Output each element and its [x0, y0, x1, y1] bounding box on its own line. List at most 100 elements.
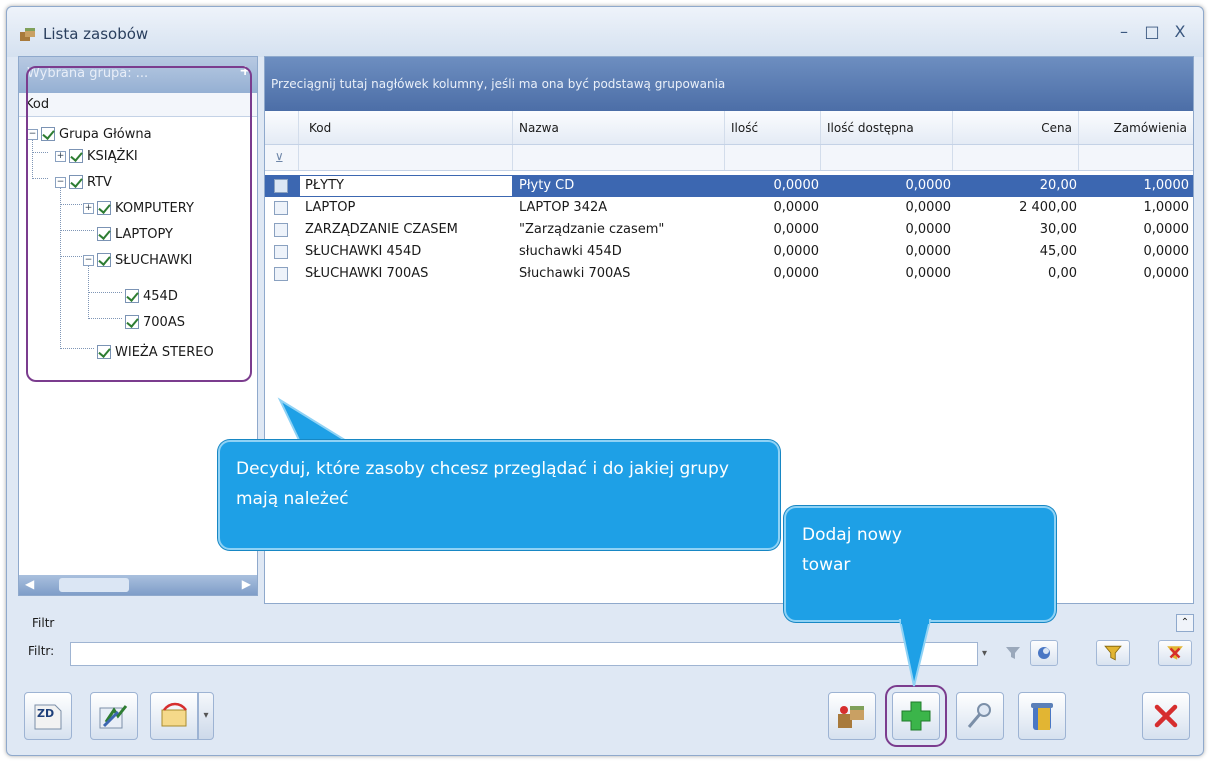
tree-node-komputery[interactable]: + KOMPUTERY: [83, 197, 194, 219]
tree-node-wieza-stereo[interactable]: WIEŻA STEREO: [97, 341, 214, 363]
selected-group-placeholder: Wybrana grupa: ...: [27, 66, 149, 81]
tree-node-sluchawki[interactable]: − SŁUCHAWKI: [83, 249, 192, 271]
expand-icon[interactable]: +: [55, 150, 66, 162]
grid-filter-row[interactable]: ⊻: [265, 145, 1193, 171]
row-checkbox[interactable]: [274, 179, 288, 193]
change-dropdown-icon[interactable]: ▾: [198, 692, 214, 740]
group-by-panel[interactable]: Przeciągnij tutaj nagłówek kolumny, jeśl…: [265, 57, 1193, 111]
title-bar: Lista zasobów – □ X: [7, 7, 1203, 57]
column-header-zamowienia[interactable]: Zamówienia: [1079, 111, 1193, 144]
scroll-thumb[interactable]: [59, 578, 129, 592]
cell-zamowienia: 1,0000: [1143, 178, 1190, 193]
tree-node-454d[interactable]: 454D: [125, 285, 178, 307]
search-button[interactable]: [956, 692, 1004, 740]
tree-checkbox[interactable]: [125, 315, 139, 329]
tree-checkbox[interactable]: [97, 253, 111, 267]
add-callout-tail: [898, 618, 932, 687]
column-header-ilosc-dostepna[interactable]: Ilość dostępna: [821, 111, 953, 144]
maximize-button[interactable]: □: [1141, 21, 1163, 43]
cell-cena: 45,00: [1039, 244, 1077, 259]
filter-dropdown-icon[interactable]: ▾: [982, 648, 987, 659]
cell-nazwa: Słuchawki 700AS: [519, 266, 631, 281]
tree-horizontal-scrollbar[interactable]: ◀ ▶: [19, 575, 257, 595]
groups-callout: Decyduj, które zasoby chcesz przeglądać …: [218, 440, 780, 550]
change-button[interactable]: [150, 692, 198, 740]
transfer-button[interactable]: [90, 692, 138, 740]
tree-node-laptopy[interactable]: LAPTOPY: [97, 223, 173, 245]
filter-cell-ilosc[interactable]: [725, 145, 821, 170]
expand-icon[interactable]: +: [83, 202, 94, 214]
tree-checkbox[interactable]: [97, 201, 111, 215]
column-header-cena[interactable]: Cena: [953, 111, 1079, 144]
table-row[interactable]: SŁUCHAWKI 454D słuchawki 454D 0,0000 0,0…: [265, 241, 1193, 263]
collapse-icon[interactable]: −: [55, 176, 66, 188]
filter-cell-zamowienia[interactable]: [1079, 145, 1193, 170]
tree-node-rtv[interactable]: − RTV: [55, 171, 112, 193]
collapse-icon[interactable]: −: [83, 254, 94, 266]
tree-node-ksiazki[interactable]: + KSIĄŻKI: [55, 145, 138, 167]
filter-cell-cena[interactable]: [953, 145, 1079, 170]
cell-kod: PŁYTY: [305, 178, 344, 193]
tree-checkbox[interactable]: [69, 149, 83, 163]
tree-checkbox[interactable]: [41, 127, 55, 141]
filter-input[interactable]: [70, 642, 978, 666]
advanced-filter-icon[interactable]: [1096, 640, 1130, 666]
tree-node-700as[interactable]: 700AS: [125, 311, 185, 333]
close-button[interactable]: [1142, 692, 1190, 740]
tree-checkbox[interactable]: [97, 345, 111, 359]
column-header-ilosc[interactable]: Ilość: [725, 111, 821, 144]
cell-zamowienia: 0,0000: [1143, 222, 1190, 237]
row-checkbox[interactable]: [274, 201, 288, 215]
resources-button[interactable]: [828, 692, 876, 740]
remove-filter-icon[interactable]: [1158, 640, 1192, 666]
cell-nazwa: LAPTOP 342A: [519, 200, 608, 215]
table-row[interactable]: PŁYTY Płyty CD 0,0000 0,0000 20,00 1,000…: [265, 175, 1193, 197]
scroll-left-icon[interactable]: ◀: [25, 577, 34, 591]
zd-document-button[interactable]: ZD: [24, 692, 72, 740]
add-group-icon[interactable]: +: [239, 63, 251, 79]
tree-checkbox[interactable]: [69, 175, 83, 189]
minimize-button[interactable]: –: [1113, 21, 1135, 43]
column-header-kod[interactable]: Kod: [299, 111, 513, 144]
tree-column-header[interactable]: Kod: [19, 93, 257, 117]
row-checkbox[interactable]: [274, 223, 288, 237]
row-checkbox[interactable]: [274, 245, 288, 259]
tree-node-grupa-glowna[interactable]: − Grupa Główna: [27, 123, 152, 145]
close-window-button[interactable]: X: [1169, 21, 1191, 43]
cell-ilosc: 0,0000: [773, 222, 820, 237]
filter-cell-kod[interactable]: [299, 145, 513, 170]
cell-ilosc: 0,0000: [773, 200, 820, 215]
delete-button[interactable]: [1018, 692, 1066, 740]
tree-node-label: SŁUCHAWKI: [115, 252, 193, 268]
selected-group-field[interactable]: Wybrana grupa: ... +: [19, 57, 257, 93]
filter-cell-nazwa[interactable]: [513, 145, 725, 170]
tree-checkbox[interactable]: [125, 289, 139, 303]
funnel-filter-icon[interactable]: [998, 640, 1028, 666]
filter-cell-ilosc-dostepna[interactable]: [821, 145, 953, 170]
column-header-nazwa[interactable]: Nazwa: [513, 111, 725, 144]
cell-ilosc: 0,0000: [773, 266, 820, 281]
tree-node-label: 454D: [143, 288, 178, 304]
scroll-right-icon[interactable]: ▶: [242, 577, 251, 591]
collapse-filter-icon[interactable]: ⌃: [1176, 614, 1194, 632]
table-row[interactable]: ZARZĄDZANIE CZASEM "Zarządzanie czasem" …: [265, 219, 1193, 241]
cell-ilosc-dostepna: 0,0000: [905, 200, 952, 215]
table-row[interactable]: SŁUCHAWKI 700AS Słuchawki 700AS 0,0000 0…: [265, 263, 1193, 285]
add-new-item-button[interactable]: [892, 692, 940, 740]
add-plus-icon: [901, 701, 931, 731]
add-callout: Dodaj nowy towar: [784, 506, 1056, 622]
tree-checkbox[interactable]: [97, 227, 111, 241]
tree-node-label: 700AS: [143, 314, 185, 330]
cell-ilosc-dostepna: 0,0000: [905, 266, 952, 281]
cell-kod: SŁUCHAWKI 454D: [305, 244, 422, 259]
table-row[interactable]: LAPTOP LAPTOP 342A 0,0000 0,0000 2 400,0…: [265, 197, 1193, 219]
collapse-icon[interactable]: −: [27, 128, 38, 140]
cell-ilosc: 0,0000: [773, 244, 820, 259]
row-indicator-header: [265, 111, 299, 144]
cell-ilosc: 0,0000: [773, 178, 820, 193]
clear-funnel-icon[interactable]: [1030, 640, 1058, 666]
cell-cena: 30,00: [1039, 222, 1077, 237]
filter-row-indicator: ⊻: [265, 145, 299, 170]
row-checkbox[interactable]: [274, 267, 288, 281]
close-x-icon: [1154, 704, 1178, 728]
